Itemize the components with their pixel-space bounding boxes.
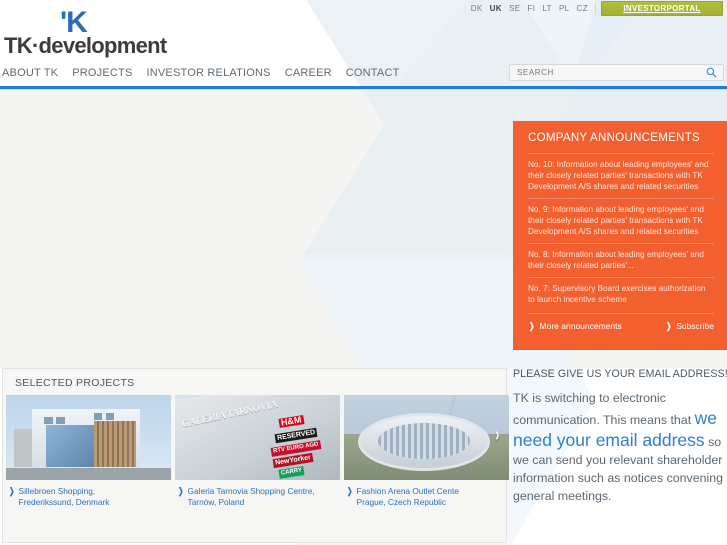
nav-item-projects[interactable]: PROJECTS <box>72 65 132 81</box>
more-announcements-label: More announcements <box>539 321 622 331</box>
project-caption[interactable]: ❯ Galeria Tarnovia Shopping Centre, Tarn… <box>175 480 340 507</box>
project-caption[interactable]: ❯ Fashion Arena Outlet Cente Prague, Cze… <box>344 480 509 507</box>
announcements-links: ❯ More announcements ❯ Subscribe <box>528 313 714 331</box>
wood-slat-facade <box>94 421 136 467</box>
language-fi[interactable]: FI <box>527 3 535 15</box>
project-caption[interactable]: ❯ Sillebroen Shopping, Frederikssund, De… <box>6 480 171 507</box>
glass-facade <box>46 425 94 467</box>
logo-wordmark: TK·development <box>4 33 167 58</box>
window <box>44 417 53 424</box>
announcement-item[interactable]: No. 8: Information about leading employe… <box>528 243 714 277</box>
site-logo[interactable]: 'K TK·development <box>4 8 167 58</box>
company-announcements-panel: COMPANY ANNOUNCEMENTS No. 10: Informatio… <box>513 121 727 350</box>
selected-projects-title: SELECTED PROJECTS <box>15 377 135 389</box>
announcement-item[interactable]: No. 7: Supervisory Board exercises autho… <box>528 277 714 311</box>
page-root: DK UK SE FI LT PL CZ INVESTORPORTAL 'K T… <box>0 0 727 545</box>
more-announcements-link[interactable]: ❯ More announcements <box>528 321 622 331</box>
language-uk[interactable]: UK <box>490 3 502 15</box>
language-pl[interactable]: PL <box>559 3 570 15</box>
nav-item-contact[interactable]: CONTACT <box>346 65 400 81</box>
announcements-title: COMPANY ANNOUNCEMENTS <box>528 132 701 144</box>
chevron-right-icon: ❯ <box>178 486 184 496</box>
project-caption-text: Sillebroen Shopping, Frederikssund, Denm… <box>18 486 110 507</box>
subscribe-link[interactable]: ❯ Subscribe <box>665 321 714 331</box>
search-box[interactable] <box>509 64 724 81</box>
project-card[interactable]: › ❯ Fashion Arena Outlet Cente Prague, C… <box>344 395 509 507</box>
carousel-next-button[interactable]: › <box>495 425 499 445</box>
language-selector[interactable]: DK UK SE FI LT PL CZ <box>471 3 588 15</box>
chevron-right-icon: ❯ <box>665 320 672 331</box>
window <box>94 413 102 420</box>
window <box>56 417 65 424</box>
project-caption-text: Galeria Tarnovia Shopping Centre, Tarnów… <box>187 486 315 507</box>
promo-body: TK is switching to electronic communicat… <box>513 389 727 505</box>
chevron-right-icon: ❯ <box>9 486 15 496</box>
chevron-right-icon: ❯ <box>347 486 353 496</box>
announcement-item[interactable]: No. 10: Information about leading employ… <box>528 153 714 198</box>
language-cz[interactable]: CZ <box>577 3 588 15</box>
project-card[interactable]: GALERIA TARNOVIA H&M RESERVED RTV EURO A… <box>175 395 340 507</box>
chevron-right-icon: ❯ <box>529 320 535 331</box>
search-input[interactable] <box>510 68 706 77</box>
announcement-item[interactable]: No. 9: Information about leading employe… <box>528 198 714 243</box>
investor-portal-button[interactable]: INVESTORPORTAL <box>601 1 723 16</box>
subscribe-label: Subscribe <box>676 321 714 331</box>
projects-carousel: ❯ Sillebroen Shopping, Frederikssund, De… <box>6 395 509 507</box>
project-image-sillebroen[interactable] <box>6 395 171 480</box>
project-image-tarnovia[interactable]: GALERIA TARNOVIA H&M RESERVED RTV EURO A… <box>175 395 340 480</box>
nav-item-about-tk[interactable]: ABOUT TK <box>2 65 58 81</box>
language-se[interactable]: SE <box>509 3 520 15</box>
ground-plaza <box>6 468 171 480</box>
language-dk[interactable]: DK <box>471 3 483 15</box>
project-image-fashion-arena[interactable]: › <box>344 395 509 480</box>
project-caption-text: Fashion Arena Outlet Cente Prague, Czech… <box>356 486 459 507</box>
main-navigation: ABOUT TK PROJECTS INVESTOR RELATIONS CAR… <box>0 65 400 81</box>
nav-item-investor-relations[interactable]: INVESTOR RELATIONS <box>147 65 271 81</box>
rooftop-parking <box>378 423 470 459</box>
header-rule-light <box>0 89 727 90</box>
search-icon[interactable] <box>706 67 717 78</box>
promo-title: PLEASE GIVE US YOUR EMAIL ADDRESS! <box>513 368 727 380</box>
divider <box>595 2 596 15</box>
promo-text-before: TK is switching to electronic communicat… <box>513 391 695 427</box>
language-lt[interactable]: LT <box>542 3 552 15</box>
selected-projects-panel: SELECTED PROJECTS ❯ Sillebroen Shopping,… <box>2 368 509 543</box>
email-promo-panel: PLEASE GIVE US YOUR EMAIL ADDRESS! TK is… <box>513 368 727 545</box>
project-card[interactable]: ❯ Sillebroen Shopping, Frederikssund, De… <box>6 395 171 507</box>
window <box>106 413 114 420</box>
nav-item-career[interactable]: CAREER <box>285 65 332 81</box>
